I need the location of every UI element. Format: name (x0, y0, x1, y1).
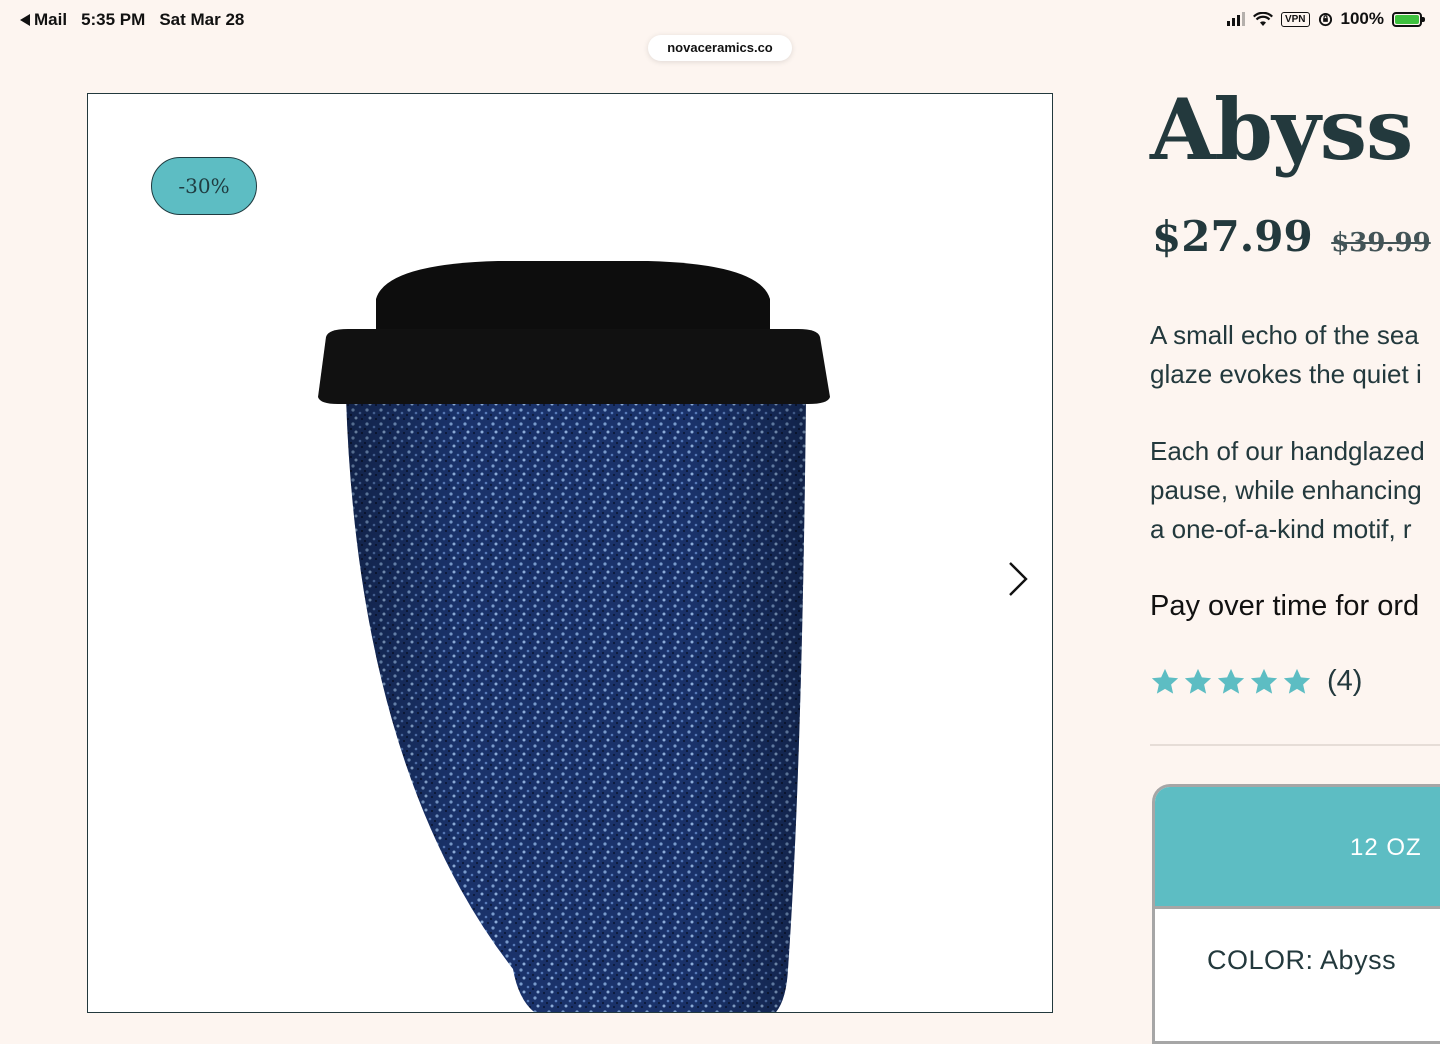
glazed-travel-cup-image (318, 261, 830, 1012)
product-image-gallery[interactable]: -30% (87, 93, 1053, 1013)
description-line: a one-of-a-kind motif, r (1150, 514, 1412, 544)
product-description-1: A small echo of the sea glaze evokes the… (1150, 316, 1422, 394)
status-bar-left: Mail 5:35 PM Sat Mar 28 (20, 10, 244, 30)
divider (1150, 744, 1440, 746)
vpn-badge: VPN (1280, 11, 1310, 27)
description-line: pause, while enhancing (1150, 475, 1422, 505)
color-value: Abyss (1320, 945, 1397, 975)
pay-over-time-text[interactable]: Pay over time for ord (1150, 590, 1419, 623)
wifi-icon (1252, 11, 1273, 26)
cellular-signal-icon (1226, 12, 1245, 26)
status-time: 5:35 PM (81, 10, 146, 29)
original-price: $39.99 (1331, 228, 1431, 258)
product-title: Abyss (1150, 80, 1413, 179)
star-icon (1283, 668, 1311, 694)
star-icon (1250, 668, 1278, 694)
rating-row[interactable]: (4) (1150, 665, 1362, 698)
back-to-app-button[interactable]: Mail (20, 10, 67, 30)
back-triangle-icon (20, 14, 30, 26)
sale-price: $27.99 (1152, 212, 1313, 261)
color-label: COLOR: (1207, 945, 1314, 975)
rating-stars (1150, 667, 1312, 697)
status-date: Sat Mar 28 (159, 10, 245, 29)
variant-option-card: 12 OZ COLOR: Abyss (1152, 784, 1440, 1044)
cup-lid-top (376, 261, 770, 334)
description-line: Each of our handglazed (1150, 436, 1425, 466)
battery-percent: 100% (1340, 9, 1384, 28)
battery-fill (1395, 14, 1419, 24)
description-line: A small echo of the sea (1150, 320, 1419, 350)
next-image-button[interactable] (988, 539, 1048, 619)
price-row: $27.99 $39.99 (1152, 212, 1431, 261)
star-icon (1151, 668, 1179, 694)
review-count[interactable]: (4) (1327, 665, 1362, 698)
discount-badge: -30% (151, 157, 257, 215)
status-bar: Mail 5:35 PM Sat Mar 28 VPN 100% (0, 0, 1440, 40)
description-line: glaze evokes the quiet i (1150, 359, 1422, 389)
status-bar-right: VPN 100% (1226, 9, 1425, 29)
cup-lid-rim (318, 329, 830, 404)
back-app-label: Mail (34, 10, 68, 29)
star-icon (1184, 668, 1212, 694)
color-selector-label: COLOR: Abyss (1155, 909, 1440, 976)
url-bar[interactable]: novaceramics.co (648, 35, 792, 61)
star-icon (1217, 668, 1245, 694)
size-option-12oz[interactable]: 12 OZ (1155, 787, 1440, 909)
battery-icon (1392, 11, 1425, 27)
orientation-lock-icon (1318, 12, 1332, 26)
chevron-right-icon (1009, 562, 1028, 596)
product-description-2: Each of our handglazed pause, while enha… (1150, 432, 1425, 549)
